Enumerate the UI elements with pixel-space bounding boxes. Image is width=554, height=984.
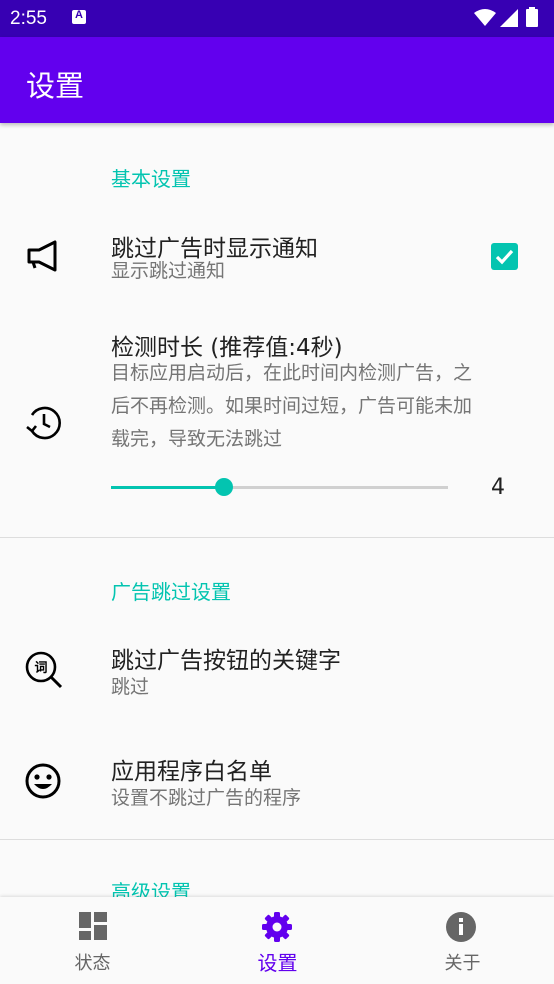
svg-text:词: 词 — [34, 661, 47, 676]
pref-summary-line: 后不再检测。如果时间过短，广告可能未加 — [111, 395, 473, 417]
smiley-icon — [25, 763, 61, 799]
divider — [0, 537, 554, 538]
notification-a-icon — [72, 9, 86, 24]
status-bar: 2:55 — [0, 0, 554, 37]
nav-label: 状态 — [74, 953, 111, 974]
bottom-navigation: 状态 设置 关于 — [0, 897, 554, 984]
check-icon — [495, 249, 514, 265]
nav-label: 关于 — [444, 953, 481, 974]
signal-icon — [500, 9, 518, 27]
gear-icon — [262, 912, 292, 942]
pref-summary: 设置不跳过广告的程序 — [111, 787, 302, 809]
pref-title: 跳过广告按钮的关键字 — [111, 648, 341, 674]
pref-title: 应用程序白名单 — [111, 759, 272, 785]
slider-thumb[interactable] — [215, 478, 233, 496]
section-title-advanced: 高级设置 — [111, 880, 191, 897]
slider-active-track[interactable] — [111, 486, 224, 489]
slider-value: 4 — [491, 475, 505, 500]
megaphone-icon — [27, 240, 57, 272]
nav-about[interactable]: 关于 — [370, 897, 554, 984]
pref-show-notification[interactable]: 跳过广告时显示通知 显示跳过通知 — [0, 218, 554, 298]
info-icon — [446, 912, 476, 942]
pref-summary: 跳过 — [111, 676, 150, 698]
slider-track[interactable] — [224, 486, 448, 489]
pref-app-whitelist[interactable]: 应用程序白名单 设置不跳过广告的程序 — [0, 738, 554, 828]
wifi-icon — [474, 9, 496, 26]
nav-status[interactable]: 状态 — [0, 897, 185, 984]
notification-checkbox[interactable] — [491, 243, 518, 270]
pref-summary: 显示跳过通知 — [111, 260, 226, 282]
status-time: 2:55 — [10, 8, 47, 29]
section-title-basic: 基本设置 — [111, 167, 191, 191]
dashboard-icon — [79, 912, 107, 940]
battery-icon — [526, 7, 538, 27]
page-title: 设置 — [26, 69, 85, 103]
settings-list[interactable]: 基本设置 跳过广告时显示通知 显示跳过通知 检测时长 (推荐值:4秒) 目标应用… — [0, 123, 554, 897]
section-title-skip: 广告跳过设置 — [111, 580, 231, 604]
pref-summary-line: 目标应用启动后，在此时间内检测广告，之 — [111, 362, 473, 384]
app-bar: 设置 — [0, 37, 554, 123]
pref-skip-keywords[interactable]: 词 跳过广告按钮的关键字 跳过 — [0, 628, 554, 718]
divider — [0, 839, 554, 840]
timer-icon — [26, 406, 61, 440]
keyword-search-icon: 词 — [25, 651, 63, 689]
pref-summary-line: 载完，导致无法跳过 — [111, 428, 283, 450]
nav-label: 设置 — [257, 951, 298, 975]
nav-settings[interactable]: 设置 — [185, 897, 370, 984]
